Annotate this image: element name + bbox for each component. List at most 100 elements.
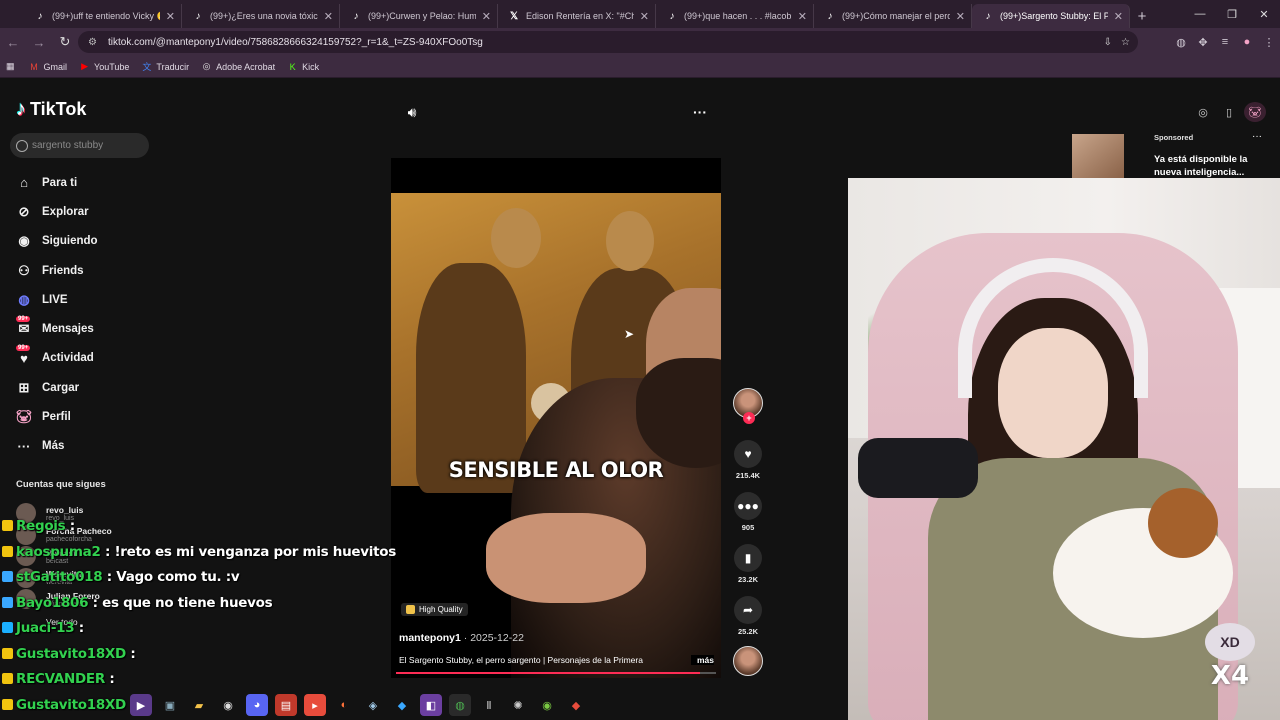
- sidebar-item-live[interactable]: ◍ LIVE: [14, 285, 98, 314]
- author-avatar[interactable]: +: [733, 388, 763, 424]
- steam-icon[interactable]: ◈: [362, 694, 384, 716]
- follow-plus-icon[interactable]: +: [743, 412, 755, 424]
- comment-icon[interactable]: ●●●: [734, 492, 762, 520]
- firefox-icon[interactable]: ◐: [333, 694, 355, 716]
- device-icon[interactable]: ▯: [1218, 102, 1240, 122]
- sponsored-card[interactable]: Sponsored Ya está disponible la nueva in…: [1052, 131, 1272, 178]
- tab-close-icon[interactable]: ✕: [324, 10, 333, 23]
- chrome-icon[interactable]: ◍: [449, 694, 471, 716]
- sidebar-item-label: Más: [42, 440, 65, 453]
- media-clip-icon[interactable]: ▶: [130, 694, 152, 716]
- browser-tab[interactable]: ♪ (99+)Curwen y Pelao: Humor d ✕: [340, 4, 498, 28]
- tab-close-icon[interactable]: ✕: [482, 10, 491, 23]
- sponsored-menu-icon[interactable]: ···: [1252, 131, 1262, 142]
- youtube-icon: ▶: [81, 61, 88, 71]
- browser-tab[interactable]: ♪ (99+)Cómo manejar el perdón ✕: [814, 4, 972, 28]
- bookmark-adobe-acrobat[interactable]: ◎ Adobe Acrobat: [201, 61, 275, 72]
- forward-icon[interactable]: →: [26, 29, 52, 55]
- browser-tab[interactable]: ♪ (99+)Sargento Stubby: El Pe ✕: [972, 4, 1130, 28]
- app-red-icon[interactable]: ▤: [275, 694, 297, 716]
- tiktok-logo[interactable]: ♪ TikTok: [16, 98, 86, 121]
- chat-message: Gustavito18XD :: [2, 697, 136, 713]
- bookmark-icon[interactable]: ▮: [734, 544, 762, 572]
- browser-tab[interactable]: ♪ (99+)uff te entiendo Vicky 😬🥚 ✕: [24, 4, 182, 28]
- user-avatar-pig-icon[interactable]: 🐷︎: [1244, 102, 1266, 122]
- chat-badge-icon: [2, 545, 13, 557]
- sidebar-item-para-ti[interactable]: ⌂ Para ti: [14, 168, 98, 197]
- browser-tab[interactable]: ♪ (99+)que hacen . . . #lacobra # ✕: [656, 4, 814, 28]
- monitor-icon[interactable]: ▣: [159, 694, 181, 716]
- sponsored-text: Ya está disponible la nueva inteligencia…: [1154, 154, 1248, 178]
- back-icon[interactable]: ←: [0, 29, 26, 55]
- app-purple-icon[interactable]: ◧: [420, 694, 442, 716]
- tab-close-icon[interactable]: ✕: [1114, 10, 1123, 23]
- chat-message: kaospuma2 : !reto es mi venganza por mis…: [2, 544, 396, 560]
- live-icon: ◍: [18, 291, 30, 307]
- close-window-icon[interactable]: ✕: [1248, 0, 1280, 28]
- more-options-icon[interactable]: ···: [689, 102, 711, 122]
- video-progress-bar[interactable]: [396, 672, 716, 674]
- bookmark-traducir[interactable]: 文 Traducir: [141, 61, 189, 73]
- site-info-icon[interactable]: ⚙: [88, 37, 102, 48]
- profile-avatar-icon[interactable]: ●: [1236, 36, 1258, 48]
- extensions-puzzle-icon[interactable]: ✥: [1192, 36, 1214, 49]
- like-heart-icon[interactable]: ♥: [734, 440, 762, 468]
- app-red2-icon[interactable]: ◆: [565, 694, 587, 716]
- bookmark-kick[interactable]: K Kick: [287, 61, 320, 72]
- account-name: revo_luis: [46, 504, 84, 515]
- app-play-icon[interactable]: ▸: [304, 694, 326, 716]
- video-author[interactable]: mantepony1 · 2025-12-22: [399, 632, 524, 644]
- sidebar-item-explorar[interactable]: ⊘ Explorar: [14, 197, 98, 226]
- sidebar-item-mensajes[interactable]: ✉ 99+ Mensajes: [14, 314, 98, 343]
- reload-icon[interactable]: ↻: [52, 29, 78, 55]
- sidebar-item-perfil[interactable]: 🐷︎ Perfil: [14, 402, 98, 431]
- app-gear-icon[interactable]: ✺: [507, 694, 529, 716]
- sidebar-item-label: Para ti: [42, 176, 78, 189]
- folder-icon[interactable]: ▰: [188, 694, 210, 716]
- more-link[interactable]: más: [691, 655, 715, 665]
- volume-icon[interactable]: 🔊︎: [402, 102, 422, 122]
- media-control-icon[interactable]: ≡: [1214, 36, 1236, 48]
- bookmark-youtube[interactable]: ▶ YouTube: [79, 61, 129, 72]
- browser-tab[interactable]: 𝕏 Edison Rentería en X: "#Chiclay ✕: [498, 4, 656, 28]
- browser-menu-icon[interactable]: ⋮: [1258, 36, 1280, 49]
- tab-close-icon[interactable]: ✕: [640, 10, 649, 23]
- tab-close-icon[interactable]: ✕: [956, 10, 965, 23]
- install-app-icon[interactable]: ⇩: [1104, 37, 1112, 48]
- sponsored-thumbnail: [1072, 134, 1124, 178]
- restore-icon[interactable]: ❐: [1216, 0, 1248, 28]
- tiktok-note-icon: ♪: [16, 98, 26, 120]
- bookmark-gmail[interactable]: M Gmail: [29, 61, 67, 72]
- app-tools-icon[interactable]: Ⅱ: [478, 694, 500, 716]
- bookmark-star-icon[interactable]: ☆: [1121, 37, 1130, 48]
- minimize-icon[interactable]: —: [1184, 0, 1216, 28]
- app-icon[interactable]: ◉: [217, 694, 239, 716]
- microphone: [858, 438, 978, 498]
- chat-message: Bayo1806 : es que no tiene huevos: [2, 595, 273, 611]
- new-tab-button[interactable]: +: [1130, 4, 1154, 28]
- share-arrow-icon[interactable]: ➦: [734, 596, 762, 624]
- tab-close-icon[interactable]: ✕: [166, 10, 175, 23]
- address-bar[interactable]: ⚙ tiktok.com/@mantepony1/video/758682866…: [78, 31, 1138, 53]
- app-green-icon[interactable]: ◉: [536, 694, 558, 716]
- tiktok-icon: ♪: [985, 10, 991, 22]
- apps-grid-icon[interactable]: ▦: [6, 61, 15, 72]
- video-player[interactable]: SENSIBLE AL OLOR High Quality mantepony1…: [391, 158, 721, 678]
- discord-icon[interactable]: ◕: [246, 694, 268, 716]
- sidebar-item-más[interactable]: ··· Más: [14, 432, 98, 461]
- chat-message: Regois :: [2, 518, 75, 534]
- extension-icon[interactable]: ◍: [1170, 36, 1192, 49]
- sidebar-item-siguiendo[interactable]: ◉ Siguiendo: [14, 227, 97, 256]
- browser-tab-bar: ♪ (99+)uff te entiendo Vicky 😬🥚 ✕ ♪ (99+)¿Er…: [0, 0, 1280, 28]
- tab-close-icon[interactable]: ✕: [798, 10, 807, 23]
- quality-badge[interactable]: High Quality: [401, 603, 468, 616]
- search-input[interactable]: sargento stubby: [10, 133, 149, 158]
- sidebar-item-actividad[interactable]: ♥ 99+ Actividad: [14, 344, 98, 373]
- reaction-sticker: XD X4: [1200, 623, 1260, 708]
- sidebar-item-friends[interactable]: ⚇ Friends: [14, 256, 98, 285]
- sound-avatar[interactable]: [733, 646, 763, 676]
- sidebar-item-cargar[interactable]: ⊞ Cargar: [14, 373, 98, 402]
- browser-tab[interactable]: ♪ (99+)¿Eres una novia tóxica? De ✕: [182, 4, 340, 28]
- coins-icon[interactable]: ◎: [1192, 102, 1214, 122]
- app-blue-icon[interactable]: ◆: [391, 694, 413, 716]
